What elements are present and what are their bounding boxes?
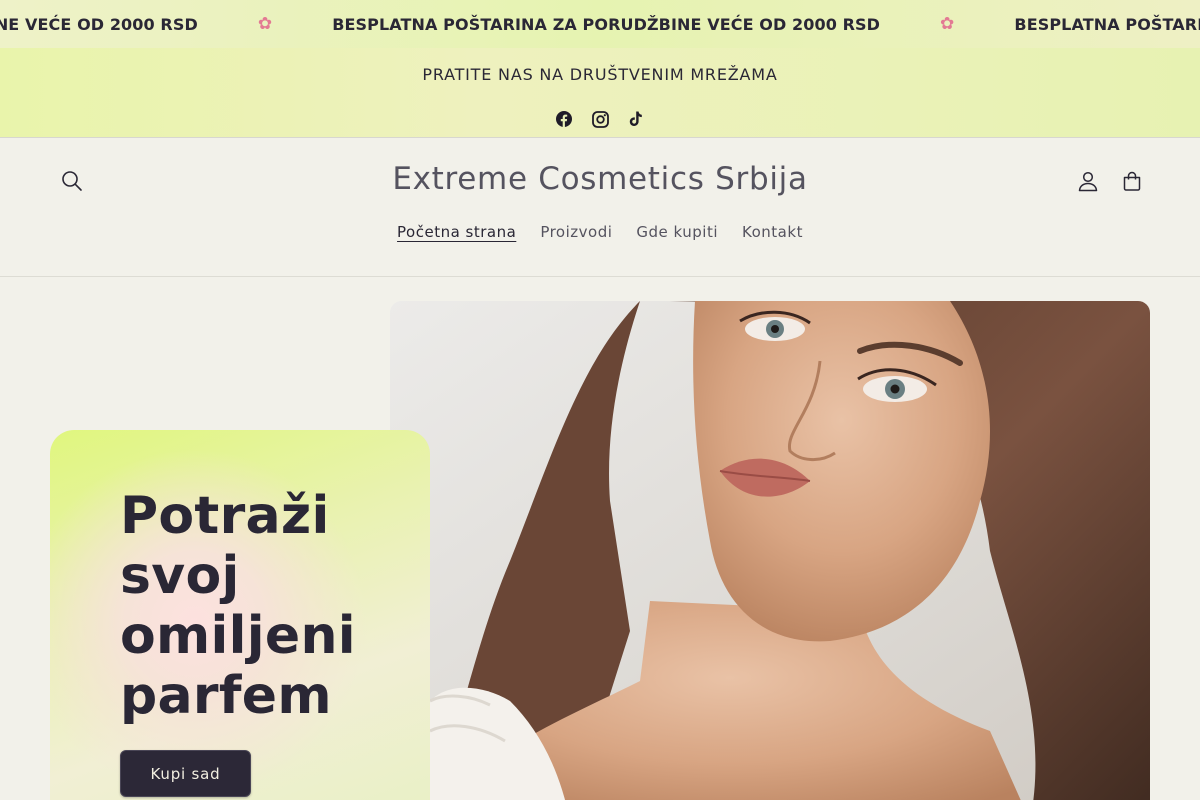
marquee-item: BESPLATNA POŠTARINA ZA PORUDŽBINE VEĆE O… <box>1014 15 1200 34</box>
nav-item-kontakt[interactable]: Kontakt <box>742 223 803 241</box>
main-nav: Početna strana Proizvodi Gde kupiti Kont… <box>0 223 1200 241</box>
cart-icon[interactable] <box>1118 167 1146 195</box>
nav-item-proizvodi[interactable]: Proizvodi <box>540 223 612 241</box>
marquee-text: BESPLATNA POŠTARINA ZA PORUDŽBINE VEĆE O… <box>0 14 198 34</box>
flower-icon: ✿ <box>257 14 273 34</box>
marquee-item: BESPLATNA POŠTARINA ZA PORUDŽBINE VEĆE O… <box>0 14 332 34</box>
hero-title: Potraži svoj omiljeni parfem <box>120 486 356 726</box>
flower-icon: ✿ <box>940 14 955 34</box>
hero-text-card: Potraži svoj omiljeni parfem Kupi sad <box>50 430 430 800</box>
shop-now-button[interactable]: Kupi sad <box>120 750 251 797</box>
announcement-text: PRATITE NAS NA DRUŠTVENIM MREŽAMA <box>422 65 778 84</box>
site-header: Extreme Cosmetics Srbija Početna strana … <box>0 139 1200 277</box>
instagram-icon[interactable] <box>589 108 611 130</box>
nav-item-pocetna[interactable]: Početna strana <box>397 223 516 241</box>
hero-image <box>390 301 1150 800</box>
marquee-bar: BESPLATNA POŠTARINA ZA PORUDŽBINE VEĆE O… <box>0 0 1200 48</box>
account-icon[interactable] <box>1074 167 1102 195</box>
tiktok-icon[interactable] <box>625 108 647 130</box>
marquee-track: BESPLATNA POŠTARINA ZA PORUDŽBINE VEĆE O… <box>0 0 1200 48</box>
marquee-item: BESPLATNA POŠTARINA ZA PORUDŽBINE VEĆE O… <box>332 14 1014 34</box>
nav-item-gde-kupiti[interactable]: Gde kupiti <box>636 223 718 241</box>
marquee-text: BESPLATNA POŠTARINA ZA PORUDŽBINE VEĆE O… <box>332 14 881 34</box>
facebook-icon[interactable] <box>553 108 575 130</box>
marquee-text: BESPLATNA POŠTARINA ZA PORUDŽBINE VEĆE O… <box>1014 14 1200 34</box>
social-links <box>540 108 660 130</box>
brand-name[interactable]: Extreme Cosmetics Srbija <box>0 161 1200 197</box>
